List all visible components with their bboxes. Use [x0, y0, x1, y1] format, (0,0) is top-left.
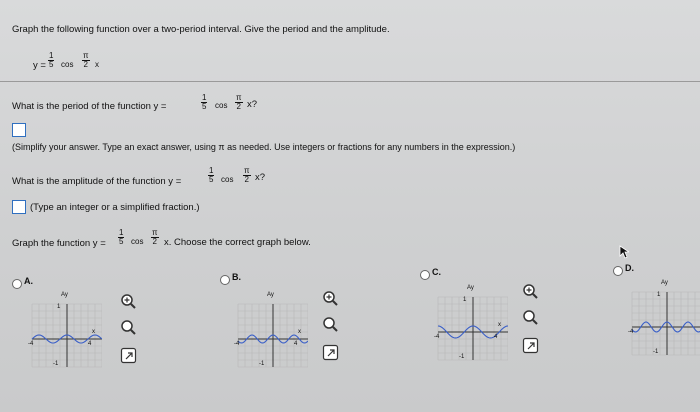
radio-button[interactable]	[12, 279, 22, 289]
fn-fraction: 15	[48, 51, 55, 69]
radio-button[interactable]	[220, 275, 230, 285]
tick-label-y: Ay	[467, 285, 474, 291]
tick-label-right: 4	[294, 341, 298, 347]
instruction-text: Graph the following function over a two-…	[12, 24, 390, 35]
zoom-in-icon[interactable]	[522, 283, 540, 301]
radio-button[interactable]	[420, 270, 430, 280]
open-external-icon[interactable]	[522, 337, 540, 355]
fn-pi-fraction: π2	[82, 51, 90, 69]
hint-period: (Simplify your answer. Type an exact ans…	[12, 142, 516, 152]
tick-label-y: Ay	[267, 292, 274, 298]
hint-amplitude: (Type an integer or a simplified fractio…	[30, 202, 200, 213]
tick-label-right: 4	[88, 341, 92, 347]
divider	[0, 81, 700, 82]
tick-label-top: 1	[463, 297, 467, 303]
tick-label-bottom: -1	[259, 361, 265, 367]
open-external-icon[interactable]	[120, 347, 138, 365]
zoom-out-icon[interactable]	[522, 309, 540, 327]
fn-y: y =	[33, 60, 46, 71]
option-graph[interactable]	[630, 288, 700, 358]
tick-label-top: 1	[657, 292, 661, 298]
option-label: B.	[232, 272, 241, 282]
tick-label-left: -4	[234, 341, 240, 347]
tick-label-x: x	[298, 329, 301, 335]
option-label: A.	[24, 276, 33, 286]
option-label: D.	[625, 263, 634, 273]
tick-label-y: Ay	[61, 292, 68, 298]
q2-prefix: What is the amplitude of the function y …	[12, 176, 182, 187]
tick-label-bottom: -1	[53, 361, 59, 367]
open-external-icon[interactable]	[322, 344, 340, 362]
zoom-in-icon[interactable]	[120, 293, 138, 311]
option-label: C.	[432, 267, 441, 277]
tick-label-left: -4	[628, 329, 634, 335]
option-graph[interactable]	[436, 293, 508, 363]
fn-cos: cos	[61, 60, 74, 69]
tick-label-bottom: -1	[653, 349, 659, 355]
radio-button[interactable]	[613, 266, 623, 276]
tick-label-x: x	[92, 329, 95, 335]
q3-prefix: Graph the function y =	[12, 238, 106, 249]
fn-x: x	[95, 60, 99, 69]
mouse-cursor-icon	[619, 245, 629, 259]
tick-label-top: 1	[57, 304, 61, 310]
tick-label-x: x	[498, 322, 501, 328]
tick-label-left: -4	[28, 341, 34, 347]
tick-label-y: Ay	[661, 280, 668, 286]
period-answer-input[interactable]	[12, 123, 26, 137]
zoom-out-icon[interactable]	[120, 319, 138, 337]
tick-label-right: 4	[494, 334, 498, 340]
amplitude-answer-input[interactable]	[12, 200, 26, 214]
zoom-out-icon[interactable]	[322, 316, 340, 334]
tick-label-bottom: -1	[459, 354, 465, 360]
zoom-in-icon[interactable]	[322, 290, 340, 308]
tick-label-left: -4	[434, 334, 440, 340]
option-graph[interactable]	[236, 300, 308, 370]
q1-prefix: What is the period of the function y =	[12, 101, 167, 112]
option-graph[interactable]	[30, 300, 102, 370]
